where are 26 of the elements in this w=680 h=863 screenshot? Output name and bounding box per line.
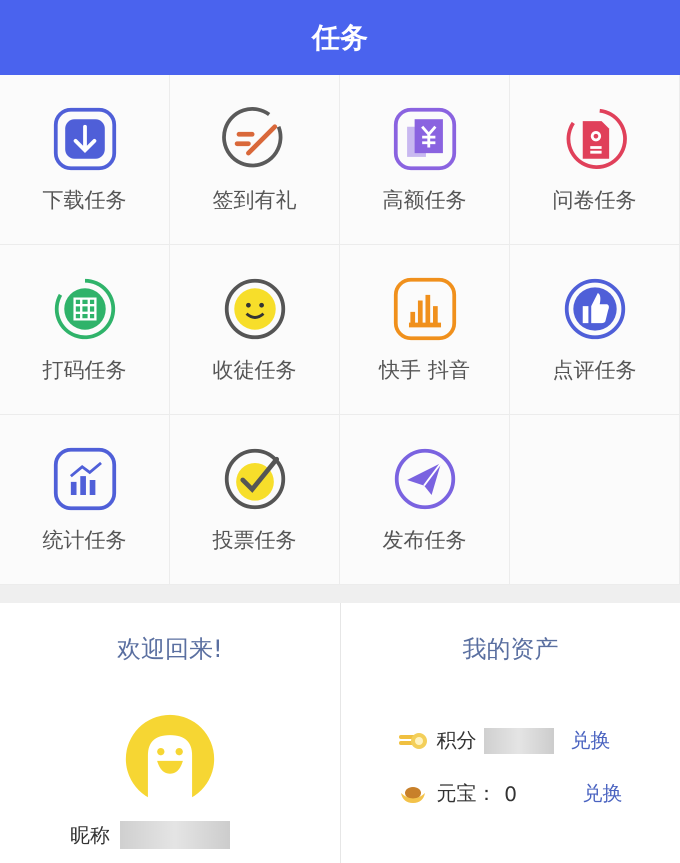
task-tile[interactable]: 点评任务 <box>510 245 680 415</box>
asset-value: 0 <box>504 782 518 806</box>
coins-icon <box>398 730 428 750</box>
task-tile[interactable]: 投票任务 <box>170 415 340 585</box>
task-tile[interactable]: 快手 抖音 <box>340 245 510 415</box>
money-icon <box>392 106 458 172</box>
task-tile[interactable]: 签到有礼 <box>170 75 340 245</box>
task-tile[interactable]: 收徒任务 <box>170 245 340 415</box>
asset-label: 元宝： <box>436 780 496 807</box>
task-tile[interactable]: 统计任务 <box>0 415 170 585</box>
download-icon <box>52 106 118 172</box>
task-tile[interactable]: 问卷任务 <box>510 75 680 245</box>
stats-icon <box>52 446 118 512</box>
bars-icon <box>392 276 458 342</box>
task-tile[interactable]: 打码任务 <box>0 245 170 415</box>
exchange-link[interactable]: 兑换 <box>570 727 610 754</box>
welcome-title: 欢迎回来! <box>116 634 223 665</box>
task-tile[interactable]: 下载任务 <box>0 75 170 245</box>
avatar-icon <box>124 713 216 805</box>
task-tile[interactable]: 高额任务 <box>340 75 510 245</box>
assets-title: 我的资产 <box>462 634 558 665</box>
redacted-block <box>484 728 554 754</box>
exchange-link[interactable]: 兑换 <box>582 780 622 807</box>
nickname-label: 昵称 <box>70 822 110 848</box>
page-title: 任务 <box>312 20 368 56</box>
asset-label: 积分 <box>436 727 476 754</box>
